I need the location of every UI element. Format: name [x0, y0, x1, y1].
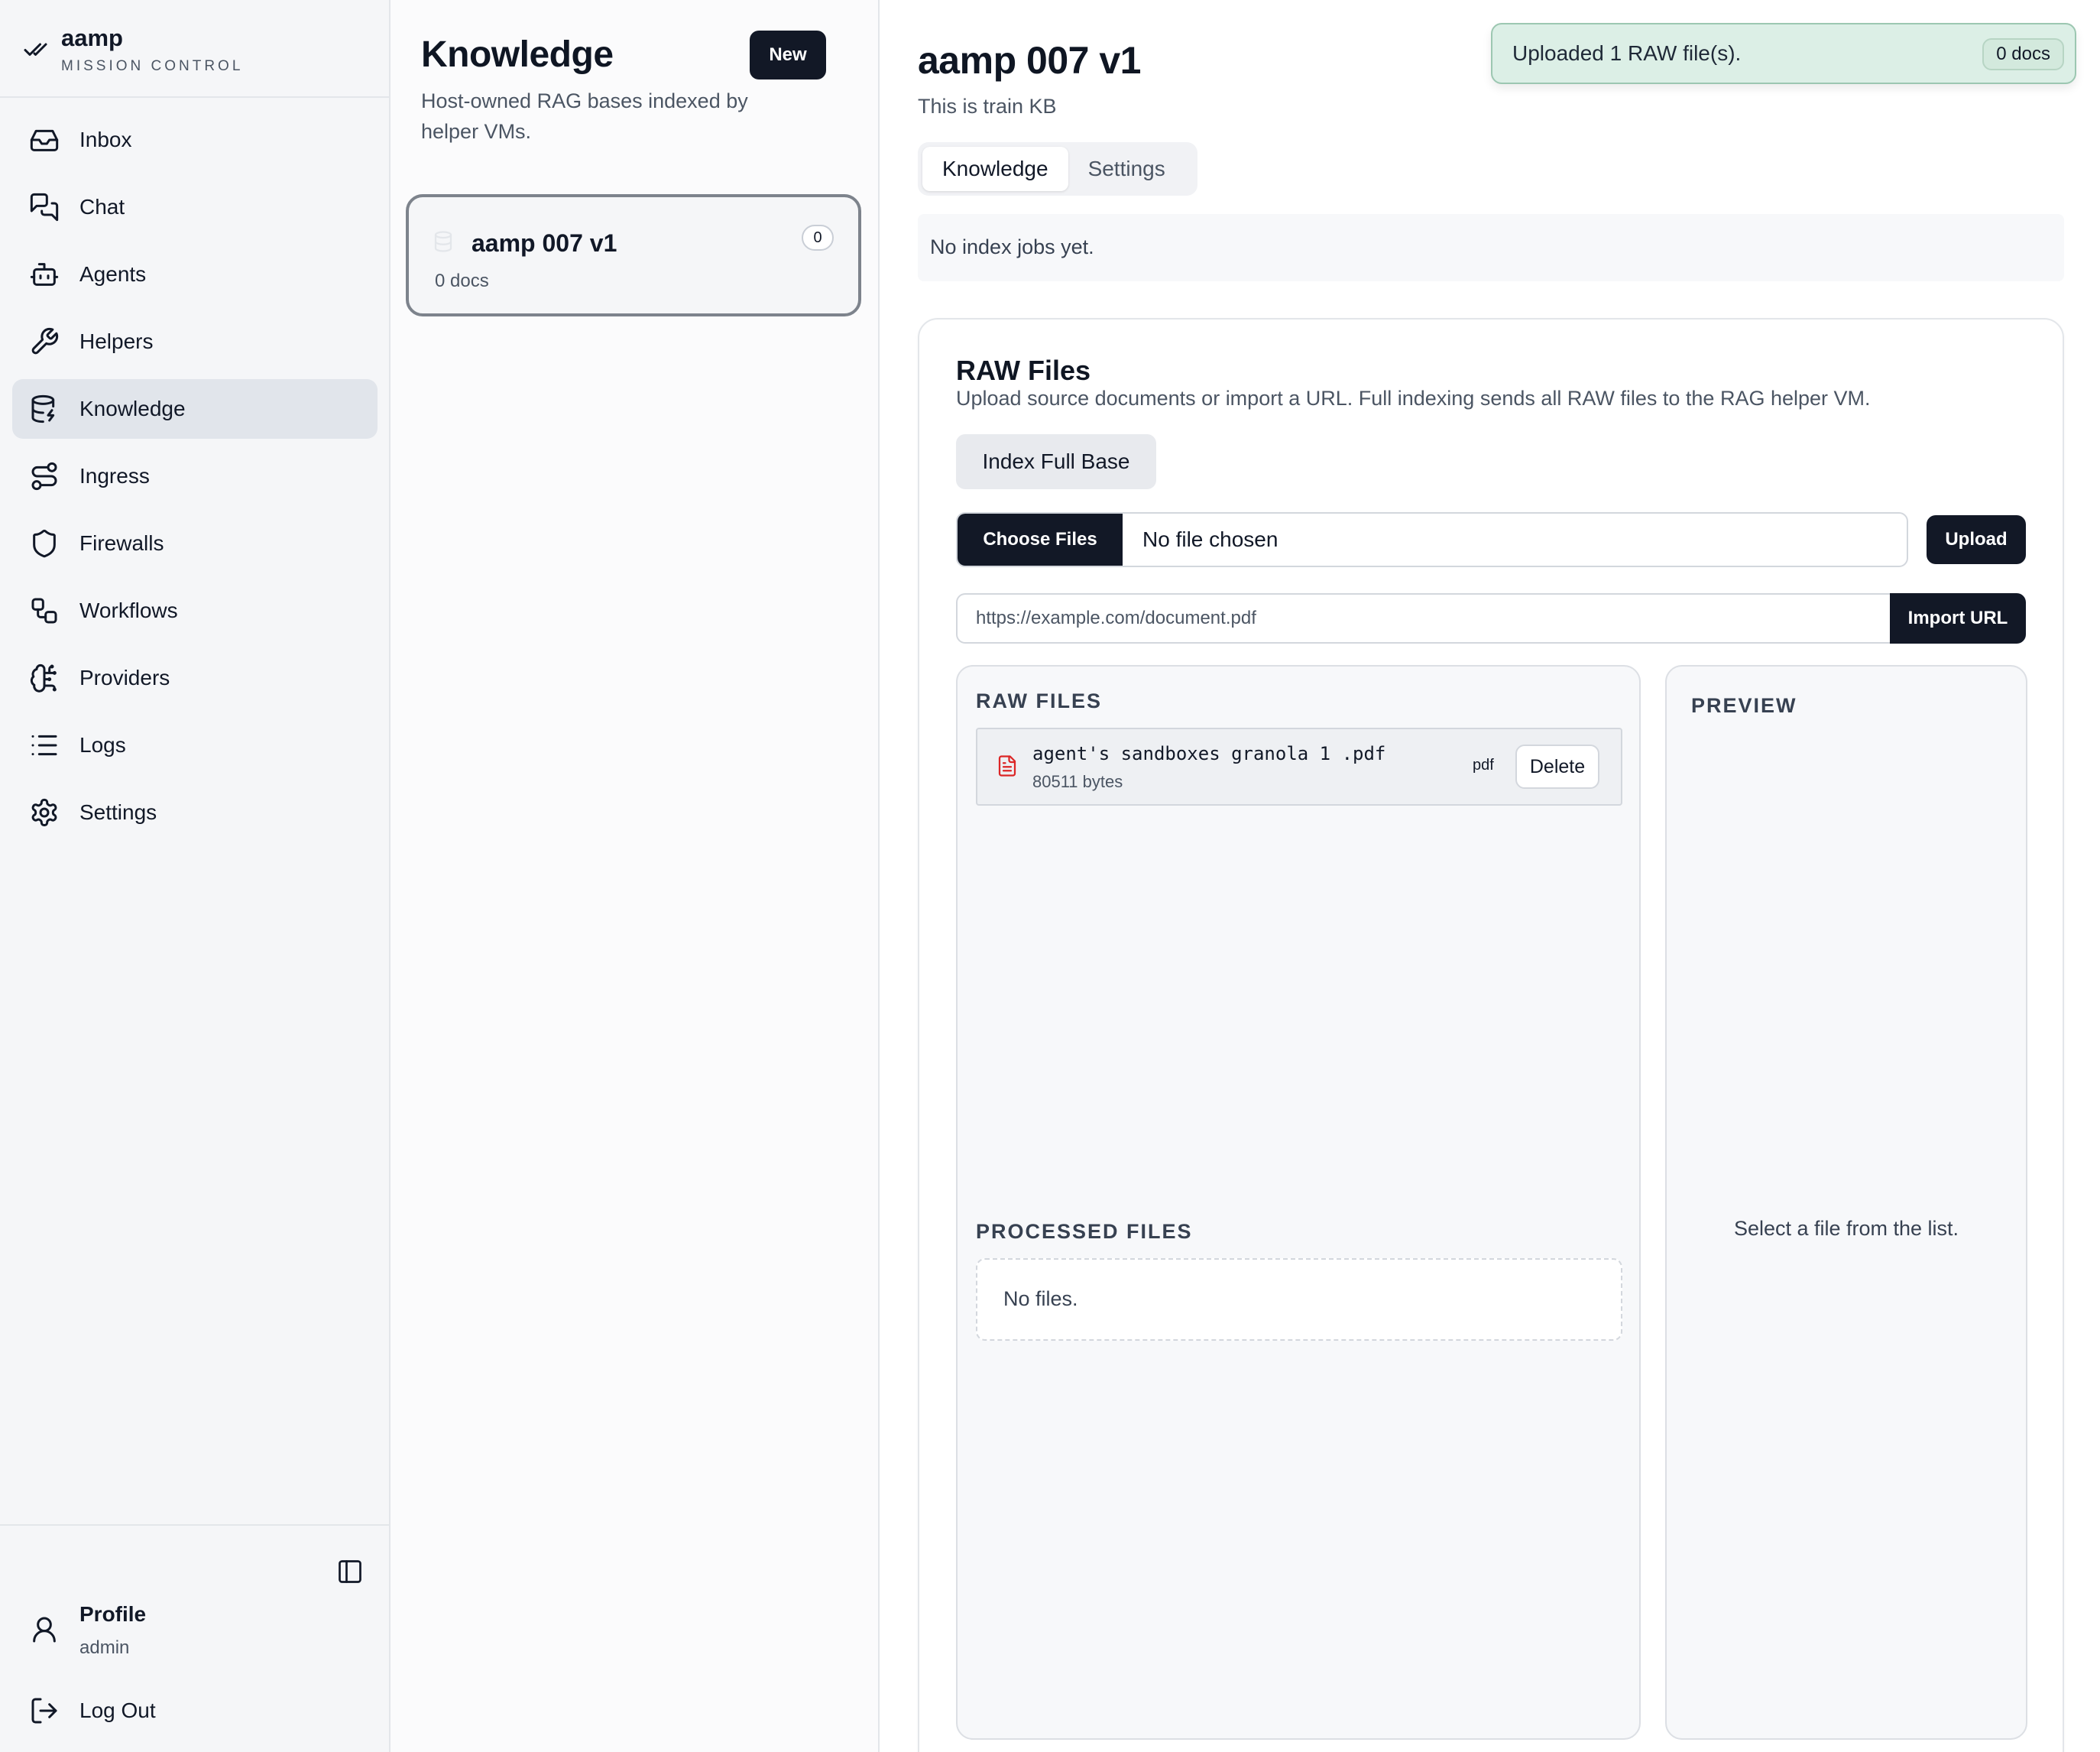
import-url-button[interactable]: Import URL — [1890, 593, 2026, 644]
tab-knowledge[interactable]: Knowledge — [922, 147, 1068, 191]
index-jobs-panel: No index jobs yet. — [918, 214, 2064, 281]
sidebar-item-inbox[interactable]: Inbox — [12, 110, 378, 170]
raw-files-description: Upload source documents or import a URL.… — [956, 387, 1871, 410]
toast-message: Uploaded 1 RAW file(s). — [1512, 41, 1742, 65]
knowledge-base-doc-count: 0 docs — [435, 271, 489, 291]
upload-button[interactable]: Upload — [1927, 515, 2026, 564]
sidebar-item-agents[interactable]: Agents — [12, 245, 378, 304]
sidebar-nav: Inbox Chat Agents Helpers Knowledge Ingr… — [12, 110, 378, 850]
logout-button[interactable]: Log Out — [29, 1695, 156, 1726]
page-title: Knowledge — [421, 34, 614, 75]
sidebar: aamp MISSION CONTROL Inbox Chat Agents H… — [0, 0, 391, 1752]
sidebar-item-label: Agents — [79, 262, 147, 286]
preview-heading: PREVIEW — [1691, 694, 1797, 717]
tab-list: Knowledge Settings — [918, 142, 1197, 196]
database-icon — [29, 394, 60, 424]
inbox-icon — [29, 125, 60, 155]
sidebar-item-logs[interactable]: Logs — [12, 715, 378, 775]
file-name: agent's sandboxes granola 1 .pdf — [1032, 743, 1386, 764]
sidebar-item-label: Ingress — [79, 464, 150, 488]
profile-name: Profile — [79, 1602, 147, 1626]
app: aamp MISSION CONTROL Inbox Chat Agents H… — [0, 0, 2100, 1752]
profile-link[interactable]: Profile admin — [29, 1602, 146, 1659]
profile-role: admin — [79, 1637, 130, 1658]
sidebar-item-chat[interactable]: Chat — [12, 177, 378, 237]
processed-files-empty: No files. — [976, 1258, 1622, 1341]
sidebar-footer: Profile admin Log Out — [0, 1524, 389, 1752]
files-panel: RAW FILES agent's sandboxes granola 1 .p… — [956, 665, 1641, 1740]
gear-icon — [29, 797, 60, 828]
processed-files-heading: PROCESSED FILES — [976, 1220, 1193, 1243]
index-jobs-status: No index jobs yet. — [930, 235, 1094, 258]
raw-files-title: RAW Files — [956, 355, 1091, 386]
sidebar-item-label: Providers — [79, 666, 170, 689]
file-picker-status: No file chosen — [1142, 527, 1278, 551]
brain-icon — [29, 663, 60, 693]
new-knowledge-button[interactable]: New — [750, 31, 826, 79]
choose-files-button[interactable]: Choose Files — [958, 514, 1123, 566]
sidebar-item-label: Logs — [79, 733, 126, 757]
raw-files-card: RAW Files Upload source documents or imp… — [918, 318, 2064, 1752]
knowledge-base-card[interactable]: aamp 007 v1 0 docs 0 — [406, 194, 861, 316]
brand-name: aamp — [61, 24, 123, 51]
preview-panel: PREVIEW Select a file from the list. — [1665, 665, 2027, 1740]
index-full-base-button[interactable]: Index Full Base — [956, 434, 1156, 489]
logout-icon — [31, 1698, 57, 1724]
file-picker[interactable]: Choose Files No file chosen — [956, 512, 1908, 567]
knowledge-title: aamp 007 v1 — [918, 39, 1141, 82]
page-subtitle: Host-owned RAG bases indexed by helper V… — [421, 89, 748, 143]
sidebar-item-knowledge[interactable]: Knowledge — [12, 379, 378, 439]
knowledge-description: This is train KB — [918, 95, 1057, 118]
sidebar-item-label: Workflows — [79, 599, 178, 622]
knowledge-list-panel: Knowledge Host-owned RAG bases indexed b… — [391, 0, 880, 1752]
knowledge-detail: aamp 007 v1 This is train KB Knowledge S… — [880, 0, 2100, 1752]
user-icon — [33, 1617, 56, 1643]
sidebar-item-workflows[interactable]: Workflows — [12, 581, 378, 641]
bot-icon — [29, 259, 60, 290]
chat-icon — [29, 192, 60, 222]
logout-label: Log Out — [79, 1698, 156, 1722]
tab-settings[interactable]: Settings — [1068, 147, 1185, 191]
shield-icon — [29, 528, 60, 559]
sidebar-item-label: Firewalls — [79, 531, 164, 555]
sidebar-item-label: Helpers — [79, 329, 154, 353]
sidebar-item-label: Settings — [79, 800, 157, 824]
sidebar-item-providers[interactable]: Providers — [12, 648, 378, 708]
file-text-icon — [998, 755, 1016, 777]
file-type-badge: pdf — [1473, 757, 1494, 774]
import-url-input[interactable] — [956, 593, 1890, 644]
double-check-icon — [24, 43, 47, 56]
sidebar-item-ingress[interactable]: Ingress — [12, 446, 378, 506]
file-size: 80511 bytes — [1032, 772, 1123, 791]
preview-empty-text: Select a file from the list. — [1733, 1217, 1959, 1240]
sidebar-item-helpers[interactable]: Helpers — [12, 312, 378, 371]
knowledge-base-badge: 0 — [802, 225, 834, 251]
toast-badge: 0 docs — [1982, 38, 2064, 70]
list-icon — [29, 730, 60, 761]
sidebar-item-label: Knowledge — [79, 397, 186, 420]
route-icon — [29, 461, 60, 492]
sidebar-toggle-icon[interactable] — [336, 1558, 364, 1585]
upload-toast: Uploaded 1 RAW file(s). 0 docs — [1491, 23, 2076, 84]
list-item[interactable]: agent's sandboxes granola 1 .pdf 80511 b… — [976, 728, 1622, 806]
database-icon — [434, 231, 452, 252]
sidebar-item-label: Inbox — [79, 128, 132, 151]
workflow-icon — [29, 595, 60, 626]
sidebar-item-settings[interactable]: Settings — [12, 783, 378, 842]
delete-file-button[interactable]: Delete — [1515, 745, 1599, 789]
raw-files-heading: RAW FILES — [976, 689, 1102, 712]
wrench-icon — [29, 326, 60, 357]
brand: aamp MISSION CONTROL — [0, 0, 389, 98]
knowledge-base-name: aamp 007 v1 — [472, 229, 617, 257]
sidebar-item-firewalls[interactable]: Firewalls — [12, 514, 378, 573]
profile-text: Profile admin — [79, 1602, 146, 1659]
sidebar-item-label: Chat — [79, 195, 125, 219]
empty-state-text: No files. — [1003, 1287, 1078, 1310]
brand-subtitle: MISSION CONTROL — [61, 58, 244, 74]
